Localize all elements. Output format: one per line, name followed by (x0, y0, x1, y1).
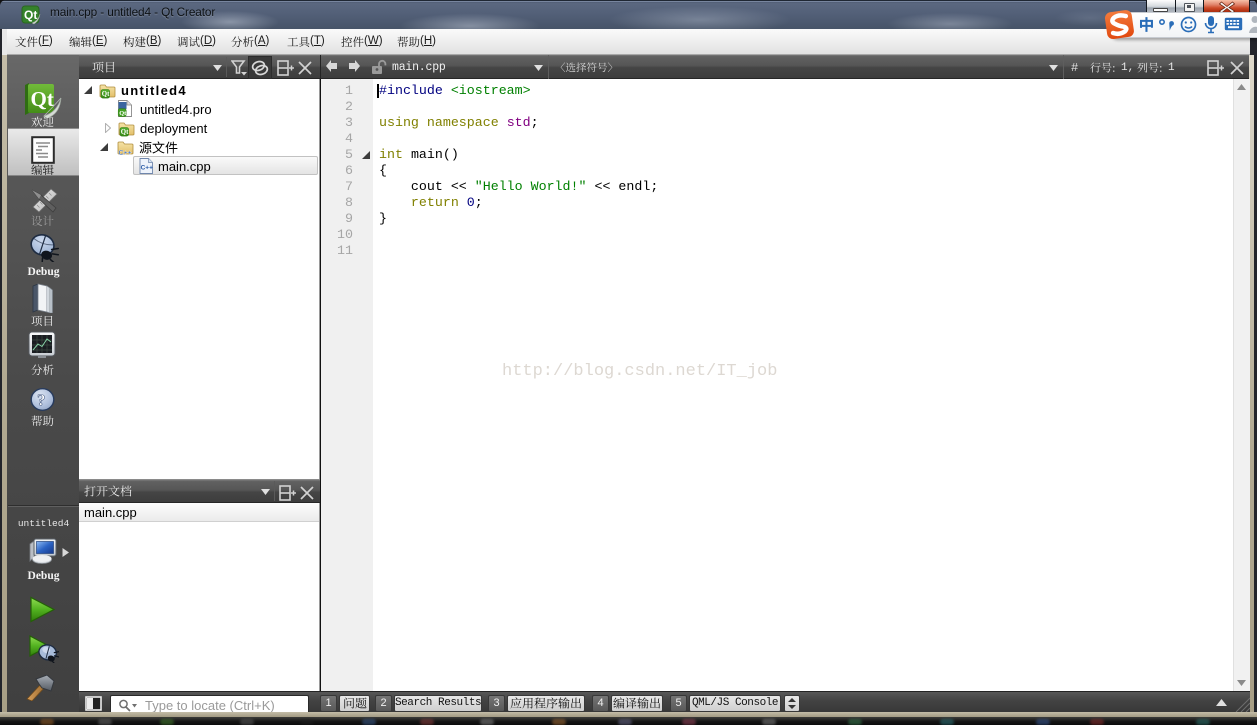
svg-text:?: ? (37, 391, 46, 410)
svg-text:Qt: Qt (102, 91, 110, 98)
svg-text:Qt: Qt (121, 129, 129, 136)
svg-text:Qt: Qt (31, 87, 54, 111)
svg-text:C++: C++ (119, 150, 132, 156)
svg-text:C++: C++ (141, 165, 153, 172)
svg-text:Qt: Qt (24, 8, 37, 22)
svg-text:Qt: Qt (119, 110, 127, 117)
